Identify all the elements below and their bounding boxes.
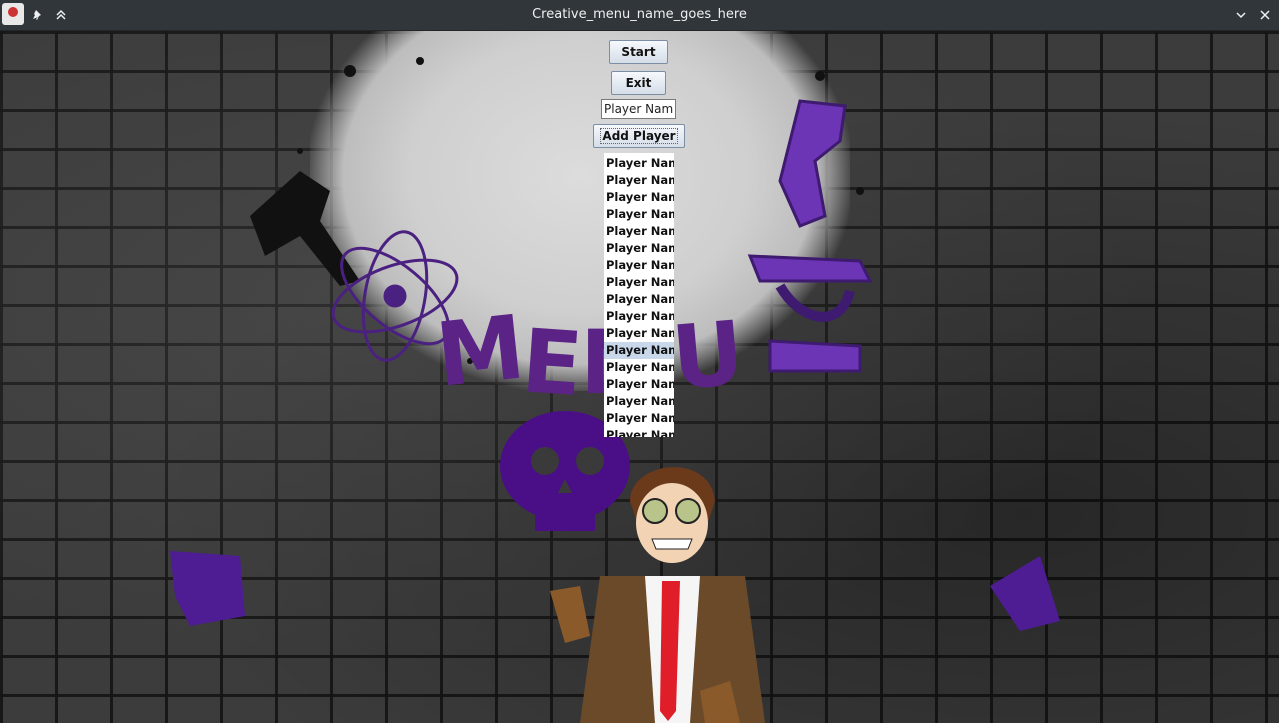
player-list-item[interactable]: Player Name [604, 206, 674, 223]
window-title: Creative_menu_name_goes_here [532, 7, 747, 22]
player-list-item[interactable]: Player Name [604, 410, 674, 427]
right-splat [990, 556, 1060, 631]
player-list-item[interactable]: Player Name [604, 359, 674, 376]
player-list-item[interactable]: Player Name [604, 393, 674, 410]
player-list-item[interactable]: Player Name [604, 427, 674, 437]
player-list-item[interactable]: Player Name [604, 376, 674, 393]
close-icon[interactable] [1254, 4, 1276, 26]
player-list-item[interactable]: Player Name [604, 342, 674, 359]
player-list-item[interactable]: Player Name [604, 189, 674, 206]
player-list-item[interactable]: Player Name [604, 240, 674, 257]
player-list-item[interactable]: Player Name [604, 308, 674, 325]
minimize-icon[interactable] [1230, 4, 1252, 26]
player-list-item[interactable]: Player Name [604, 291, 674, 308]
player-list[interactable]: Player NamePlayer NamePlayer NamePlayer … [604, 153, 674, 437]
microscope-graffiti [747, 99, 873, 373]
add-player-label: Add Player [600, 128, 678, 144]
svg-text:M: M [431, 295, 529, 407]
player-list-item[interactable]: Player Name [604, 223, 674, 240]
add-player-button[interactable]: Add Player [593, 124, 685, 148]
player-list-item[interactable]: Player Name [604, 274, 674, 291]
player-name-input[interactable] [601, 99, 676, 119]
player-list-item[interactable]: Player Name [604, 257, 674, 274]
hammer-graffiti [250, 171, 360, 286]
start-button[interactable]: Start [609, 40, 668, 64]
player-list-item[interactable]: Player Name [604, 155, 674, 172]
player-list-item[interactable]: Player Name [604, 172, 674, 189]
exit-button[interactable]: Exit [611, 71, 666, 95]
svg-text:U: U [668, 301, 748, 410]
player-list-item[interactable]: Player Name [604, 325, 674, 342]
menu-graffiti-text: M E N U [431, 295, 748, 416]
window-titlebar: Creative_menu_name_goes_here [0, 0, 1279, 31]
left-splat [170, 551, 245, 626]
svg-text:E: E [519, 309, 586, 416]
